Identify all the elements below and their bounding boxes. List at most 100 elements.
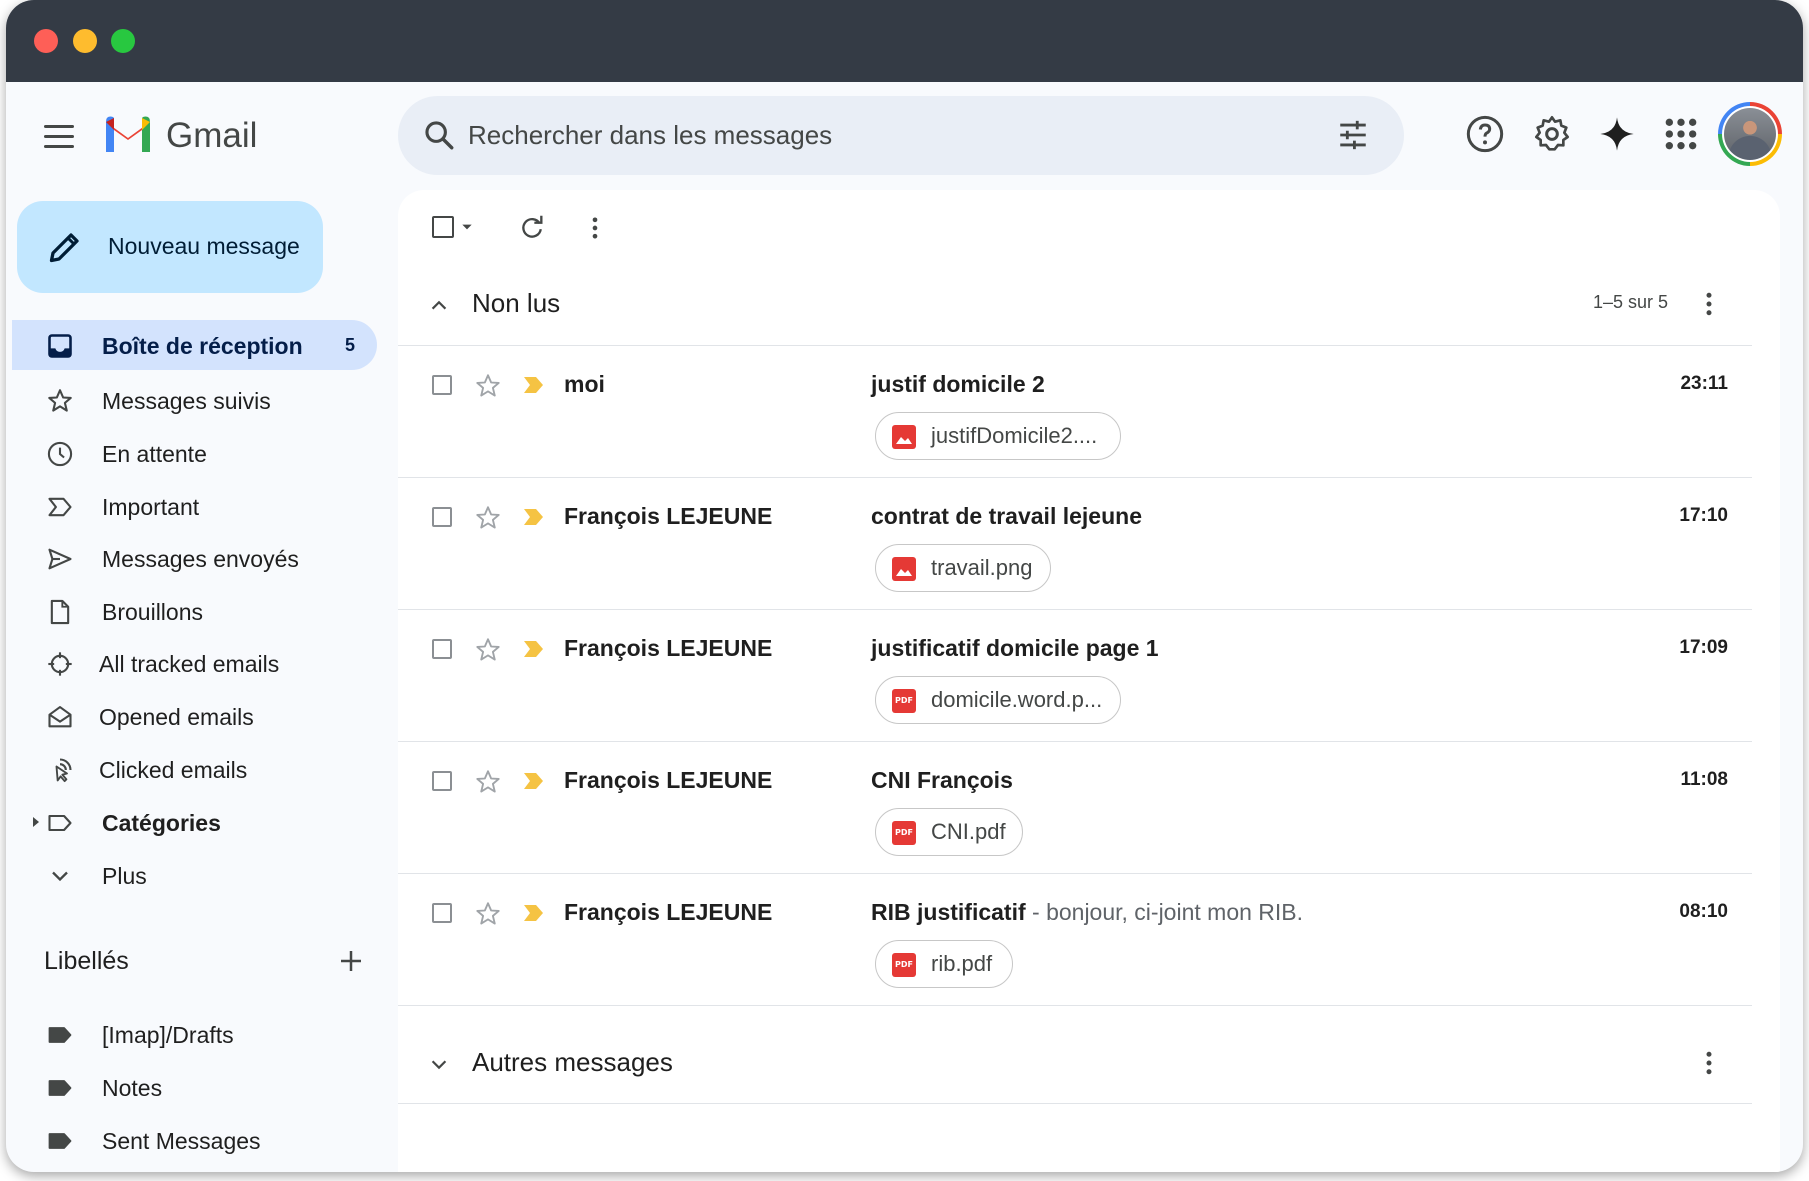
crosshair-icon xyxy=(48,652,72,676)
app-name: Gmail xyxy=(166,116,258,155)
expand-arrow-icon[interactable] xyxy=(30,814,42,830)
labels-heading: Libellés xyxy=(44,947,129,975)
search-icon[interactable] xyxy=(422,118,456,152)
email-row[interactable]: François LEJEUNE CNI François 11:08 PDF … xyxy=(398,742,1752,874)
email-time: 17:09 xyxy=(1679,637,1728,658)
star-icon[interactable] xyxy=(474,768,502,796)
star-icon xyxy=(48,389,72,412)
pencil-icon xyxy=(49,233,79,263)
sidebar-item-drafts[interactable]: Brouillons xyxy=(6,586,372,636)
email-row[interactable]: François LEJEUNE justificatif domicile p… xyxy=(398,610,1752,742)
email-sender: François LEJEUNE xyxy=(564,899,773,925)
search-bar[interactable] xyxy=(398,96,1404,175)
unread-count-badge: 5 xyxy=(344,335,355,355)
search-input[interactable] xyxy=(468,110,1308,160)
help-icon[interactable] xyxy=(1465,114,1505,154)
attachment-chip[interactable]: PDF CNI.pdf xyxy=(875,808,1023,856)
sidebar-item-label: Plus xyxy=(102,863,147,889)
close-window-button[interactable] xyxy=(34,29,58,53)
email-sender: François LEJEUNE xyxy=(564,767,773,793)
sidebar-label-sent-messages[interactable]: Sent Messages xyxy=(6,1115,372,1165)
email-subject: justif domicile 2 xyxy=(871,371,1045,398)
email-select-checkbox[interactable] xyxy=(432,507,452,527)
sidebar-item-label: Boîte de réception xyxy=(102,333,303,359)
sidebar-item-sent[interactable]: Messages envoyés xyxy=(6,533,372,583)
attachment-chip[interactable]: justifDomicile2.... xyxy=(875,412,1121,460)
email-row[interactable]: François LEJEUNE RIB justificatif - bonj… xyxy=(398,874,1752,1006)
section-header-others: Autres messages xyxy=(398,1023,1752,1103)
star-icon[interactable] xyxy=(474,636,502,664)
apps-grid-icon[interactable] xyxy=(1661,114,1701,154)
email-select-checkbox[interactable] xyxy=(432,639,452,659)
sidebar-label-imap-drafts[interactable]: [Imap]/Drafts xyxy=(6,1009,372,1059)
email-sender: François LEJEUNE xyxy=(564,503,773,529)
attachment-chip[interactable]: PDF rib.pdf xyxy=(875,940,1013,988)
email-subject-text: contrat de travail lejeune xyxy=(871,503,1142,529)
important-marker-icon[interactable] xyxy=(522,902,546,924)
attachment-name: domicile.word.p... xyxy=(931,687,1103,712)
add-label-icon[interactable] xyxy=(336,946,366,976)
email-row[interactable]: moi justif domicile 2 23:11 justifDomici… xyxy=(398,346,1752,478)
search-options-icon[interactable] xyxy=(1336,118,1370,152)
sidebar-item-inbox[interactable]: Boîte de réception 5 xyxy=(12,320,377,370)
email-sender: François LEJEUNE xyxy=(564,635,773,661)
pagination-range: 1–5 sur 5 xyxy=(1592,292,1668,312)
sidebar-item-starred[interactable]: Messages suivis xyxy=(6,375,372,425)
star-icon[interactable] xyxy=(474,372,502,400)
sidebar-item-label: Messages suivis xyxy=(102,388,271,414)
important-icon xyxy=(48,497,72,517)
browser-window: Gmail Rechercher dans les messages Nouve… xyxy=(6,0,1803,1172)
email-row[interactable]: François LEJEUNE contrat de travail leje… xyxy=(398,478,1752,610)
inbox-icon xyxy=(48,334,72,358)
sidebar-item-all-tracked[interactable]: All tracked emails xyxy=(6,638,372,688)
section-more-icon[interactable] xyxy=(1694,1048,1724,1078)
sidebar-item-label: Catégories xyxy=(102,810,221,836)
chevron-up-icon[interactable] xyxy=(428,294,450,316)
select-all-checkbox[interactable] xyxy=(432,216,454,238)
sidebar-label-notes[interactable]: Notes xyxy=(6,1062,372,1112)
more-options-icon[interactable] xyxy=(581,214,609,242)
sidebar-item-categories[interactable]: Catégories xyxy=(6,797,372,847)
divider xyxy=(398,1005,1752,1006)
sidebar-item-label: Opened emails xyxy=(99,704,254,730)
account-avatar[interactable] xyxy=(1718,102,1782,166)
attachment-name: travail.png xyxy=(931,555,1033,580)
email-sender: moi xyxy=(564,371,605,397)
select-dropdown-icon[interactable] xyxy=(460,220,474,234)
section-more-icon[interactable] xyxy=(1694,289,1724,319)
star-icon[interactable] xyxy=(474,504,502,532)
sidebar-item-clicked-emails[interactable]: Clicked emails xyxy=(6,744,372,794)
gemini-sparkle-icon[interactable] xyxy=(1597,114,1637,154)
compose-button[interactable]: Nouveau message xyxy=(17,201,323,293)
label-icon xyxy=(48,814,72,832)
chevron-down-icon[interactable] xyxy=(428,1053,450,1075)
maximize-window-button[interactable] xyxy=(111,29,135,53)
refresh-icon[interactable] xyxy=(518,214,546,242)
minimize-window-button[interactable] xyxy=(73,29,97,53)
sidebar-item-snoozed[interactable]: En attente xyxy=(6,428,372,478)
star-icon[interactable] xyxy=(474,900,502,928)
email-select-checkbox[interactable] xyxy=(432,771,452,791)
important-marker-icon[interactable] xyxy=(522,638,546,660)
sidebar-item-important[interactable]: Important xyxy=(6,481,372,531)
label-filled-icon xyxy=(48,1027,72,1043)
important-marker-icon[interactable] xyxy=(522,506,546,528)
important-marker-icon[interactable] xyxy=(522,374,546,396)
section-title: Autres messages xyxy=(472,1047,673,1077)
email-time: 11:08 xyxy=(1680,769,1728,790)
pdf-file-icon: PDF xyxy=(892,821,916,845)
email-subject-text: CNI François xyxy=(871,767,1013,793)
attachment-chip[interactable]: travail.png xyxy=(875,544,1051,592)
sidebar-item-label: Brouillons xyxy=(102,599,203,625)
sidebar-label-text: Sent Messages xyxy=(102,1128,261,1154)
email-select-checkbox[interactable] xyxy=(432,375,452,395)
sidebar-item-more[interactable]: Plus xyxy=(6,850,372,900)
main-menu-button[interactable] xyxy=(44,121,88,151)
important-marker-icon[interactable] xyxy=(522,770,546,792)
send-icon xyxy=(48,548,72,570)
attachment-chip[interactable]: PDF domicile.word.p... xyxy=(875,676,1121,724)
email-select-checkbox[interactable] xyxy=(432,903,452,923)
settings-gear-icon[interactable] xyxy=(1532,114,1572,154)
sidebar-item-opened-emails[interactable]: Opened emails xyxy=(6,691,372,741)
sidebar-item-label: Clicked emails xyxy=(99,757,248,783)
